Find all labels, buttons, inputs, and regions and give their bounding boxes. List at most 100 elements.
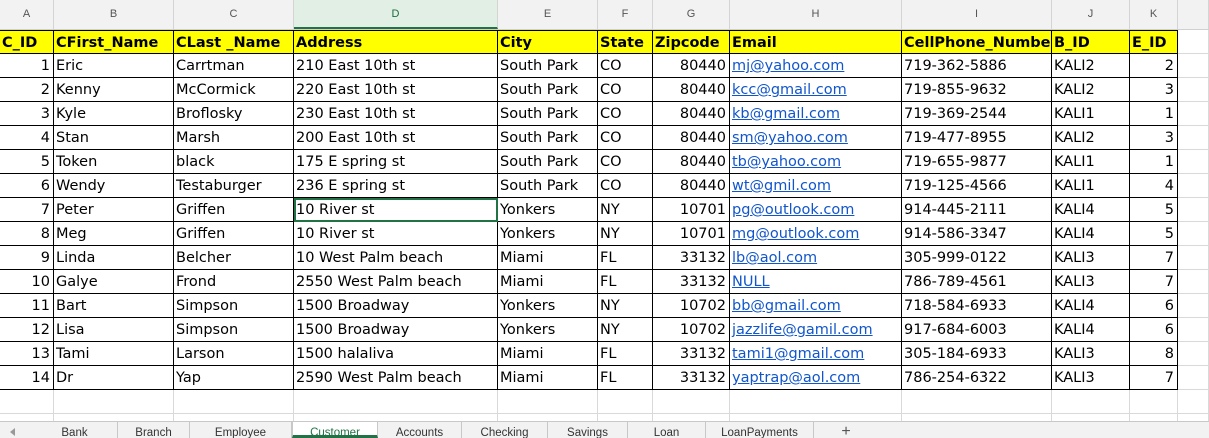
cell-zipcode[interactable]: 10702 <box>653 318 730 342</box>
cell-state[interactable]: FL <box>598 246 653 270</box>
cell-email[interactable]: tb@yahoo.com <box>730 150 902 174</box>
cell-email[interactable]: NULL <box>730 270 902 294</box>
cell-first-name[interactable]: Meg <box>54 222 174 246</box>
cell-address[interactable]: 1500 Broadway <box>294 318 498 342</box>
cell-zipcode[interactable]: 10702 <box>653 294 730 318</box>
cell-c-id[interactable]: 1 <box>0 54 54 78</box>
cell-address[interactable]: 2550 West Palm beach <box>294 270 498 294</box>
cell-last-name[interactable]: Testaburger <box>174 174 294 198</box>
cell-email[interactable]: pg@outlook.com <box>730 198 902 222</box>
cell-cellphone[interactable]: 786-254-6322 <box>902 366 1052 390</box>
cell-c-id[interactable]: 13 <box>0 342 54 366</box>
sheet-tab-accounts[interactable]: Accounts <box>378 422 462 438</box>
cell-e-id[interactable]: 8 <box>1130 342 1178 366</box>
cell-state[interactable]: FL <box>598 342 653 366</box>
empty-cell[interactable] <box>1178 150 1209 174</box>
empty-cell[interactable] <box>653 390 730 414</box>
cell-address[interactable]: 10 West Palm beach <box>294 246 498 270</box>
cell-e-id[interactable]: 7 <box>1130 270 1178 294</box>
cell-c-id[interactable]: 9 <box>0 246 54 270</box>
cell-b-id[interactable]: KALI4 <box>1052 222 1130 246</box>
cell-c-id[interactable]: 8 <box>0 222 54 246</box>
cell-zipcode[interactable]: 10701 <box>653 198 730 222</box>
cell-b-id[interactable]: KALI3 <box>1052 366 1130 390</box>
empty-cell[interactable] <box>1178 126 1209 150</box>
empty-cell[interactable] <box>1178 342 1209 366</box>
cell-address[interactable]: 230 East 10th st <box>294 102 498 126</box>
sheet-tab-loanpayments[interactable]: LoanPayments <box>706 422 814 438</box>
cell-last-name[interactable]: Belcher <box>174 246 294 270</box>
empty-cell[interactable] <box>1178 198 1209 222</box>
cell-last-name[interactable]: Simpson <box>174 318 294 342</box>
cell-state[interactable]: NY <box>598 198 653 222</box>
cell-b-id[interactable]: KALI2 <box>1052 126 1130 150</box>
cell-state[interactable]: CO <box>598 174 653 198</box>
column-header-b[interactable]: B <box>54 0 174 29</box>
cell-b-id[interactable]: KALI3 <box>1052 246 1130 270</box>
cell-cellphone[interactable]: 914-445-2111 <box>902 198 1052 222</box>
cell-first-name[interactable]: Dr <box>54 366 174 390</box>
cell-address[interactable]: 200 East 10th st <box>294 126 498 150</box>
cell-city[interactable]: South Park <box>498 150 598 174</box>
cell-last-name[interactable]: Yap <box>174 366 294 390</box>
cell-cellphone[interactable]: 786-789-4561 <box>902 270 1052 294</box>
cell-b-id[interactable]: KALI1 <box>1052 150 1130 174</box>
empty-cell[interactable] <box>1178 246 1209 270</box>
cell-first-name[interactable]: Lisa <box>54 318 174 342</box>
cell-b-id[interactable]: KALI3 <box>1052 342 1130 366</box>
column-header-k[interactable]: K <box>1130 0 1178 29</box>
column-header-j[interactable]: J <box>1052 0 1130 29</box>
add-sheet-button[interactable]: + <box>838 422 854 438</box>
sheet-tab-bank[interactable]: Bank <box>32 422 118 438</box>
cell-c-id[interactable]: 7 <box>0 198 54 222</box>
cell-state[interactable]: FL <box>598 270 653 294</box>
cell-e-id[interactable]: 1 <box>1130 102 1178 126</box>
cell-address[interactable]: 1500 Broadway <box>294 294 498 318</box>
header-c-id[interactable]: C_ID <box>0 30 54 54</box>
cell-last-name[interactable]: Larson <box>174 342 294 366</box>
empty-cell[interactable] <box>1178 318 1209 342</box>
cell-address[interactable]: 236 E spring st <box>294 174 498 198</box>
cell-address[interactable]: 2590 West Palm beach <box>294 366 498 390</box>
cell-state[interactable]: NY <box>598 222 653 246</box>
cell-cellphone[interactable]: 305-999-0122 <box>902 246 1052 270</box>
header-first-name[interactable]: CFirst_Name <box>54 30 174 54</box>
sheet-tab-employee[interactable]: Employee <box>190 422 292 438</box>
cell-first-name[interactable]: Kyle <box>54 102 174 126</box>
cell-email[interactable]: bb@gmail.com <box>730 294 902 318</box>
cell-address[interactable]: 1500 halaliva <box>294 342 498 366</box>
empty-cell[interactable] <box>1178 294 1209 318</box>
cell-first-name[interactable]: Stan <box>54 126 174 150</box>
empty-cell[interactable] <box>1178 390 1209 414</box>
cell-c-id[interactable]: 3 <box>0 102 54 126</box>
cell-first-name[interactable]: Eric <box>54 54 174 78</box>
cell-e-id[interactable]: 3 <box>1130 126 1178 150</box>
cell-zipcode[interactable]: 33132 <box>653 270 730 294</box>
cell-city[interactable]: Yonkers <box>498 318 598 342</box>
cell-cellphone[interactable]: 719-855-9632 <box>902 78 1052 102</box>
empty-cell[interactable] <box>174 390 294 414</box>
cell-last-name[interactable]: black <box>174 150 294 174</box>
cell-address[interactable]: 10 River st <box>294 198 498 222</box>
empty-cell[interactable] <box>1178 270 1209 294</box>
cell-last-name[interactable]: Marsh <box>174 126 294 150</box>
cell-cellphone[interactable]: 719-362-5886 <box>902 54 1052 78</box>
cell-city[interactable]: Yonkers <box>498 294 598 318</box>
cell-address[interactable]: 210 East 10th st <box>294 54 498 78</box>
cell-first-name[interactable]: Tami <box>54 342 174 366</box>
cell-b-id[interactable]: KALI3 <box>1052 270 1130 294</box>
empty-cell[interactable] <box>498 390 598 414</box>
header-email[interactable]: Email <box>730 30 902 54</box>
empty-cell[interactable] <box>1052 390 1130 414</box>
column-header-empty[interactable] <box>1178 0 1209 29</box>
cell-cellphone[interactable]: 719-655-9877 <box>902 150 1052 174</box>
column-header-e[interactable]: E <box>498 0 598 29</box>
cell-zipcode[interactable]: 80440 <box>653 78 730 102</box>
cell-email[interactable]: tami1@gmail.com <box>730 342 902 366</box>
cell-e-id[interactable]: 1 <box>1130 150 1178 174</box>
cell-last-name[interactable]: Simpson <box>174 294 294 318</box>
cell-state[interactable]: CO <box>598 150 653 174</box>
cell-e-id[interactable]: 7 <box>1130 366 1178 390</box>
cell-zipcode[interactable]: 80440 <box>653 126 730 150</box>
cell-first-name[interactable]: Linda <box>54 246 174 270</box>
